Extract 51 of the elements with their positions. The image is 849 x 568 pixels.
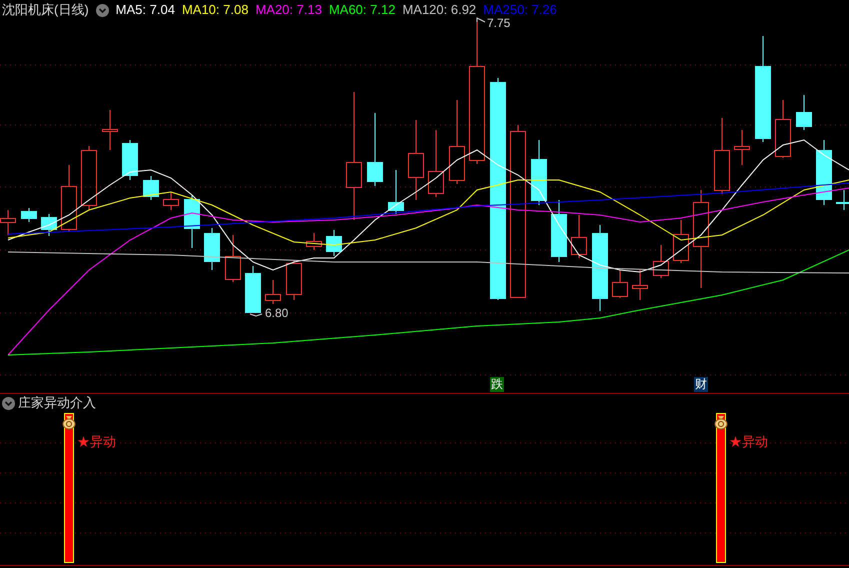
candlestick: [796, 94, 812, 130]
candlestick: [673, 220, 689, 264]
candlestick: [61, 164, 77, 232]
stock-title: 沈阳机床(日线): [2, 1, 89, 19]
money-bag-icon: [714, 416, 728, 430]
candlestick: [428, 130, 444, 198]
moving-average-value: MA60: 7.12: [328, 1, 396, 19]
moving-average-value: MA250: 7.26: [483, 1, 557, 18]
candlestick: [571, 214, 587, 258]
candlestick: [816, 140, 832, 206]
indicator-title: 庄家异动介入: [18, 395, 96, 411]
candlestick: [326, 230, 342, 256]
candlestick: [184, 194, 200, 248]
candlestick: [653, 244, 669, 278]
candlestick: [836, 190, 849, 210]
candlestick: [143, 176, 159, 200]
candlestick: [265, 280, 281, 304]
candlestick: [204, 228, 220, 270]
candlestick: [612, 270, 628, 298]
candlestick: [306, 232, 322, 250]
candlestick: [734, 130, 750, 166]
candlestick: [551, 200, 567, 262]
signal-label: ★异动: [729, 434, 768, 450]
chevron-down-icon[interactable]: [2, 396, 15, 410]
candlestick: [775, 100, 791, 158]
candlestick: [41, 214, 57, 236]
candlestick: [21, 208, 37, 222]
candlestick: [122, 140, 138, 180]
moving-average-value: MA10: 7.08: [182, 1, 248, 19]
candlestick: [531, 140, 547, 206]
money-bag-icon: [62, 416, 76, 430]
candlestick: [81, 146, 97, 210]
candlestick: [0, 210, 16, 236]
leader-line: [476, 17, 486, 22]
price-label: 7.75: [487, 16, 510, 31]
moving-average-value: MA20: 7.13: [255, 1, 322, 19]
price-label: 6.80: [265, 306, 288, 321]
signal-marker: 财: [694, 377, 708, 392]
candlestick: [163, 192, 179, 210]
moving-average-value: MA5: 7.04: [116, 1, 175, 19]
candlestick: [388, 170, 404, 214]
chevron-down-icon[interactable]: [96, 4, 109, 16]
moving-average-value: MA120: 6.92: [402, 1, 476, 19]
signal-label: ★异动: [77, 434, 116, 450]
candlestick: [245, 266, 261, 314]
candlestick: [102, 110, 118, 150]
candlestick: [286, 260, 302, 300]
candlestick: [225, 234, 241, 282]
signal-marker: 跌: [490, 377, 504, 392]
candlestick: [632, 270, 648, 300]
leader-line: [250, 314, 262, 317]
